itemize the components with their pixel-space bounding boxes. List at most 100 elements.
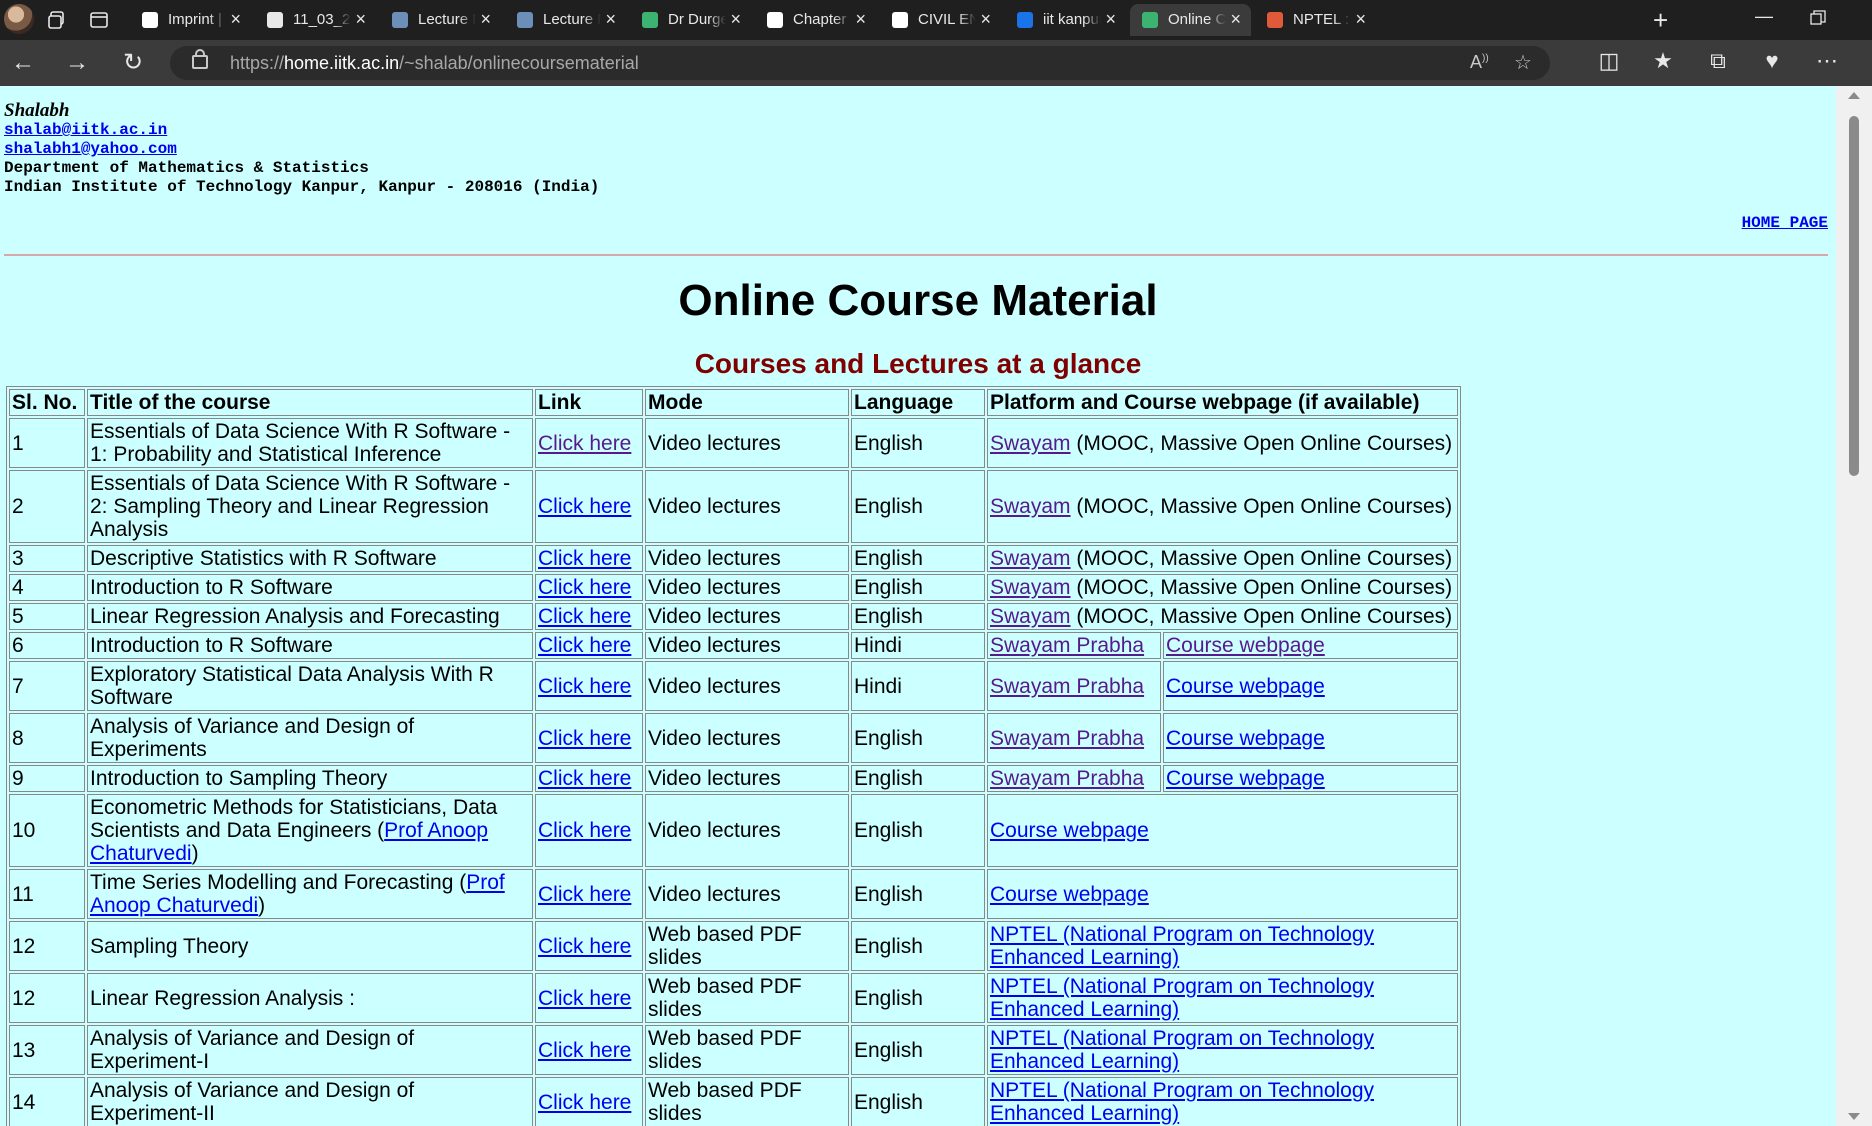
minimize-icon[interactable]: — bbox=[1755, 6, 1773, 27]
click-here-link[interactable]: Click here bbox=[538, 987, 631, 1010]
click-here-link[interactable]: Click here bbox=[538, 634, 631, 657]
collections-icon[interactable]: ⧉ bbox=[1703, 48, 1733, 74]
tab-close-icon[interactable]: × bbox=[605, 9, 616, 30]
cell-sl-no: 5 bbox=[9, 603, 85, 630]
course-title-text: Descriptive Statistics with R Software bbox=[90, 547, 437, 570]
cell-language: Hindi bbox=[851, 632, 985, 659]
browser-essentials-icon[interactable]: ♥ bbox=[1757, 48, 1787, 74]
new-tab-button[interactable]: + bbox=[1653, 5, 1668, 36]
cell-course-title: Time Series Modelling and Forecasting (P… bbox=[87, 869, 533, 919]
tab-label: Lecture Notes bbox=[418, 11, 476, 28]
click-here-link[interactable]: Click here bbox=[538, 935, 631, 958]
favorite-star-icon[interactable]: ☆ bbox=[1514, 50, 1532, 75]
cell-sl-no: 14 bbox=[9, 1077, 85, 1126]
email-link-iitk[interactable]: shalab@iitk.ac.in bbox=[4, 121, 167, 139]
cell-mode: Video lectures bbox=[645, 470, 849, 543]
course-title-text: Analysis of Variance and Design of Exper… bbox=[90, 715, 415, 761]
restore-icon[interactable] bbox=[1810, 10, 1826, 26]
course-webpage-link[interactable]: Course webpage bbox=[1166, 634, 1325, 657]
refresh-icon[interactable]: ↻ bbox=[118, 48, 148, 78]
cell-course-title: Essentials of Data Science With R Softwa… bbox=[87, 418, 533, 468]
tab-close-icon[interactable]: × bbox=[355, 9, 366, 30]
cell-language: English bbox=[851, 794, 985, 867]
platform-link[interactable]: Swayam bbox=[990, 495, 1071, 518]
cell-mode: Video lectures bbox=[645, 603, 849, 630]
browser-tab[interactable]: Dr Durgesh× bbox=[630, 4, 751, 36]
tab-close-icon[interactable]: × bbox=[230, 9, 241, 30]
tab-close-icon[interactable]: × bbox=[1230, 9, 1241, 30]
browser-tab[interactable]: Chapter 1× bbox=[755, 4, 876, 36]
platform-link[interactable]: Swayam bbox=[990, 605, 1071, 628]
read-aloud-icon[interactable]: A)) bbox=[1470, 52, 1489, 73]
tab-actions-icon[interactable] bbox=[88, 9, 110, 31]
email-link-yahoo[interactable]: shalabh1@yahoo.com bbox=[4, 140, 177, 158]
browser-tab[interactable]: Imprint | ETH× bbox=[130, 4, 251, 36]
tab-close-icon[interactable]: × bbox=[980, 9, 991, 30]
platform-link[interactable]: Swayam Prabha bbox=[990, 767, 1144, 790]
browser-tab[interactable]: Lecture Notes× bbox=[380, 4, 501, 36]
platform-link[interactable]: Swayam Prabha bbox=[990, 675, 1144, 698]
cell-mode: Video lectures bbox=[645, 574, 849, 601]
tab-close-icon[interactable]: × bbox=[1105, 9, 1116, 30]
click-here-link[interactable]: Click here bbox=[538, 767, 631, 790]
scrollbar-thumb[interactable] bbox=[1849, 116, 1859, 476]
course-webpage-link[interactable]: NPTEL (National Program on Technology En… bbox=[990, 975, 1374, 1021]
course-webpage-link[interactable]: Course webpage bbox=[990, 883, 1149, 906]
click-here-link[interactable]: Click here bbox=[538, 883, 631, 906]
click-here-link[interactable]: Click here bbox=[538, 605, 631, 628]
url-text[interactable]: https://home.iitk.ac.in/~shalab/onlineco… bbox=[230, 53, 639, 74]
profile-avatar[interactable] bbox=[4, 4, 34, 34]
platform-link[interactable]: Swayam bbox=[990, 432, 1071, 455]
split-screen-icon[interactable]: ◫ bbox=[1594, 48, 1624, 74]
click-here-link[interactable]: Click here bbox=[538, 495, 631, 518]
tab-close-icon[interactable]: × bbox=[1355, 9, 1366, 30]
click-here-link[interactable]: Click here bbox=[538, 1091, 631, 1114]
address-bar[interactable]: https://home.iitk.ac.in/~shalab/onlineco… bbox=[170, 46, 1550, 80]
page-scrollbar[interactable] bbox=[1836, 86, 1872, 1126]
scroll-up-icon[interactable] bbox=[1848, 92, 1860, 99]
tab-close-icon[interactable]: × bbox=[480, 9, 491, 30]
tab-close-icon[interactable]: × bbox=[730, 9, 741, 30]
more-menu-icon[interactable]: ⋯ bbox=[1812, 48, 1842, 74]
platform-link[interactable]: Swayam Prabha bbox=[990, 634, 1144, 657]
scroll-down-icon[interactable] bbox=[1848, 1113, 1860, 1120]
course-webpage-link[interactable]: Course webpage bbox=[1166, 675, 1325, 698]
course-webpage-link[interactable]: Course webpage bbox=[1166, 727, 1325, 750]
browser-tab[interactable]: Lecture Notes× bbox=[505, 4, 626, 36]
click-here-link[interactable]: Click here bbox=[538, 576, 631, 599]
click-here-link[interactable]: Click here bbox=[538, 547, 631, 570]
click-here-link[interactable]: Click here bbox=[538, 1039, 631, 1062]
course-webpage-link[interactable]: Course webpage bbox=[990, 819, 1149, 842]
cell-link: Click here bbox=[535, 765, 643, 792]
platform-link[interactable]: Swayam bbox=[990, 576, 1071, 599]
click-here-link[interactable]: Click here bbox=[538, 727, 631, 750]
course-webpage-link[interactable]: NPTEL (National Program on Technology En… bbox=[990, 1079, 1374, 1125]
course-webpage-link[interactable]: NPTEL (National Program on Technology En… bbox=[990, 923, 1374, 969]
click-here-link[interactable]: Click here bbox=[538, 819, 631, 842]
forward-icon[interactable]: → bbox=[62, 48, 92, 78]
course-title-end: ) bbox=[258, 894, 266, 917]
click-here-link[interactable]: Click here bbox=[538, 675, 631, 698]
cell-course-webpage: Course webpage bbox=[1163, 661, 1458, 711]
back-icon[interactable]: ← bbox=[8, 48, 38, 78]
tab-label: Online Course bbox=[1168, 11, 1226, 28]
platform-link[interactable]: Swayam Prabha bbox=[990, 727, 1144, 750]
browser-tab[interactable]: CIVIL ENGG× bbox=[880, 4, 1001, 36]
cell-mode: Video lectures bbox=[645, 632, 849, 659]
tab-favicon-icon bbox=[142, 12, 158, 28]
course-webpage-link[interactable]: NPTEL (National Program on Technology En… bbox=[990, 1027, 1374, 1073]
cell-link: Click here bbox=[535, 632, 643, 659]
browser-tab[interactable]: NPTEL :: Courses× bbox=[1255, 4, 1376, 36]
click-here-link[interactable]: Click here bbox=[538, 432, 631, 455]
course-webpage-link[interactable]: Course webpage bbox=[1166, 767, 1325, 790]
workspaces-icon[interactable] bbox=[46, 9, 68, 31]
cell-language: English bbox=[851, 545, 985, 572]
favorites-icon[interactable]: ★ bbox=[1648, 48, 1678, 74]
lock-icon[interactable] bbox=[192, 49, 208, 69]
tab-close-icon[interactable]: × bbox=[855, 9, 866, 30]
platform-link[interactable]: Swayam bbox=[990, 547, 1071, 570]
browser-tab[interactable]: Online Course× bbox=[1130, 4, 1251, 36]
home-page-link[interactable]: HOME PAGE bbox=[1742, 214, 1828, 232]
browser-tab[interactable]: 11_03_2024× bbox=[255, 4, 376, 36]
browser-tab[interactable]: iit kanpur × bbox=[1005, 4, 1126, 36]
